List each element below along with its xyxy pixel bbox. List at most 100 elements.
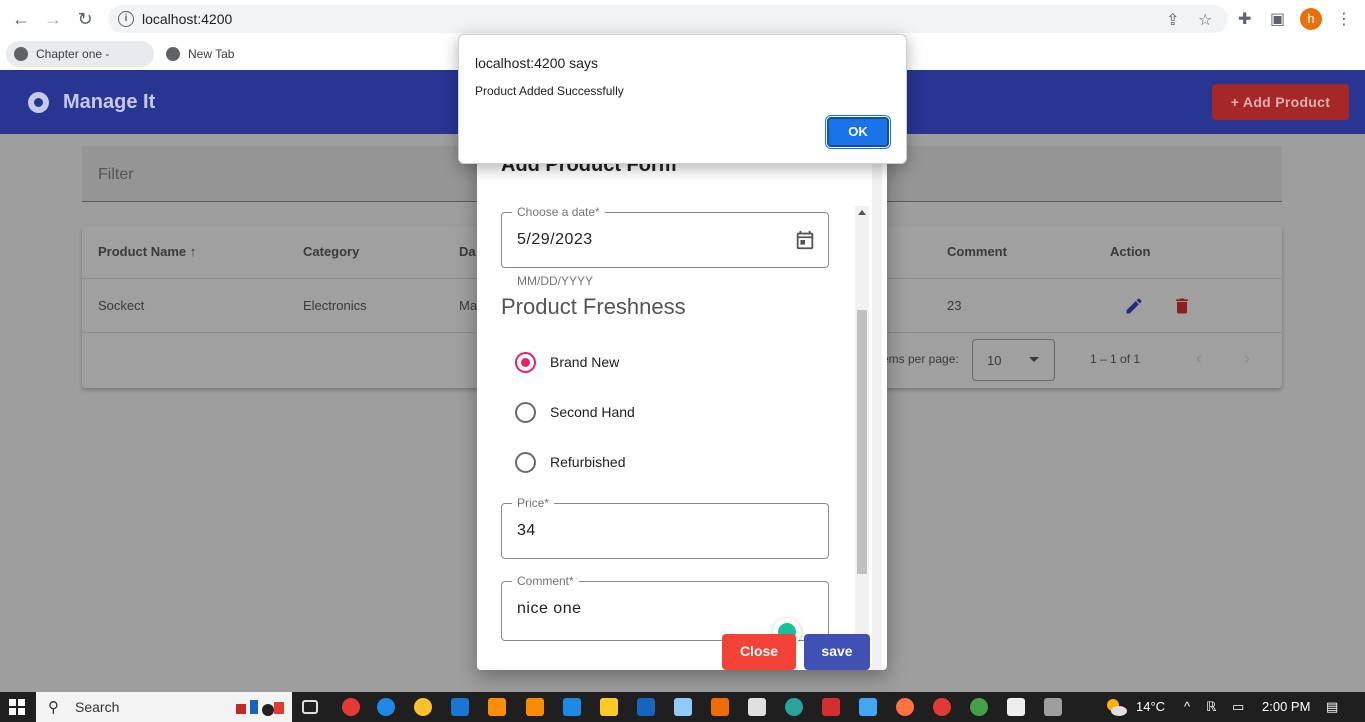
clock-time[interactable]: 2:00 PM xyxy=(1262,699,1310,714)
side-panel-icon[interactable]: ▣ xyxy=(1270,9,1285,29)
temperature: 14°C xyxy=(1136,699,1166,714)
vlc-icon[interactable] xyxy=(488,698,506,716)
address-bar[interactable]: i localhost:4200 ⇪ ☆ xyxy=(108,5,1228,33)
date-field[interactable]: Choose a date* 5/29/2023 xyxy=(501,205,829,268)
radio-unchecked-icon[interactable] xyxy=(515,402,536,423)
reload-icon[interactable]: ↻ xyxy=(74,8,96,30)
date-field-value: 5/29/2023 xyxy=(517,231,593,248)
cell-comment: 23 xyxy=(947,298,962,313)
browser-alert: localhost:4200 says Product Added Succes… xyxy=(458,34,907,164)
app-logo-icon xyxy=(28,92,49,113)
header-category[interactable]: Category xyxy=(303,244,359,259)
notifications-icon[interactable]: ▤ xyxy=(1326,699,1338,715)
task-view-icon[interactable] xyxy=(302,700,318,714)
cell-date: Ma xyxy=(459,298,478,313)
sort-arrow-icon: ↑ xyxy=(189,244,197,259)
save-button[interactable]: save xyxy=(804,634,870,670)
app-icon[interactable] xyxy=(674,698,692,716)
mail-icon[interactable] xyxy=(563,698,581,716)
date-field-label: Choose a date* xyxy=(512,205,605,219)
add-product-button[interactable]: + Add Product xyxy=(1212,84,1349,120)
header-label: Product Name xyxy=(98,244,187,259)
edit-icon[interactable] xyxy=(1124,296,1144,316)
chrome-icon[interactable] xyxy=(414,698,432,716)
meet-icon[interactable]: ▭ xyxy=(1232,699,1244,715)
previous-page-icon[interactable]: ‹ xyxy=(1196,348,1202,369)
address-row: ← → ↻ i localhost:4200 ⇪ ☆ ✚ ▣ h ⋮ xyxy=(0,0,1365,38)
freshness-title: Product Freshness xyxy=(501,294,686,319)
photos-icon[interactable] xyxy=(859,698,877,716)
globe-icon xyxy=(166,47,180,61)
app-title: Manage It xyxy=(63,91,156,113)
xampp-icon[interactable] xyxy=(526,698,544,716)
calendar-icon[interactable] xyxy=(794,229,816,251)
header-product-name[interactable]: Product Name ↑ xyxy=(98,244,196,259)
share-icon[interactable]: ⇪ xyxy=(1166,10,1179,30)
header-date[interactable]: Da xyxy=(459,244,476,259)
bookmark-label: New Tab xyxy=(188,47,235,61)
page-range: 1 – 1 of 1 xyxy=(1090,352,1141,366)
page-size-value: 10 xyxy=(987,353,1002,368)
bookmark-star-icon[interactable]: ☆ xyxy=(1198,10,1212,30)
filter-label: Filter xyxy=(98,166,134,183)
word-icon[interactable] xyxy=(637,698,655,716)
date-hint: MM/DD/YYYY xyxy=(517,274,594,288)
bookmark-new-tab[interactable]: New Tab xyxy=(158,41,244,67)
alert-message: Product Added Successfully xyxy=(475,84,624,98)
windows-taskbar: ⚲ Search 14°C ^ ℝ ▭ 2:00 PM ▤ xyxy=(0,692,1365,722)
next-page-icon[interactable]: › xyxy=(1244,348,1250,369)
windows-start-icon[interactable] xyxy=(9,699,25,715)
paint-icon[interactable] xyxy=(1044,698,1062,716)
app-icon[interactable] xyxy=(970,698,988,716)
bookmark-chapter-one[interactable]: Chapter one - intro... xyxy=(6,41,154,87)
price-field-label: Price* xyxy=(512,496,555,510)
forward-icon[interactable]: → xyxy=(42,8,64,30)
firefox-icon[interactable] xyxy=(896,698,914,716)
radio-unchecked-icon[interactable] xyxy=(515,452,536,473)
edge-legacy-icon[interactable] xyxy=(377,698,395,716)
acrobat-icon[interactable] xyxy=(822,698,840,716)
scroll-thumb[interactable] xyxy=(857,310,867,574)
extensions-icon[interactable]: ✚ xyxy=(1238,9,1251,29)
comment-field-value: nice one xyxy=(517,600,582,617)
price-field-value: 34 xyxy=(517,522,536,539)
weather-icon[interactable] xyxy=(1104,696,1128,718)
comment-field-label: Comment* xyxy=(512,574,579,588)
tray-chevron-up-icon[interactable]: ^ xyxy=(1184,699,1190,714)
back-icon[interactable]: ← xyxy=(10,8,32,30)
site-info-icon[interactable]: i xyxy=(118,11,134,27)
store-icon[interactable] xyxy=(711,698,729,716)
app-icon[interactable] xyxy=(1007,698,1025,716)
header-comment[interactable]: Comment xyxy=(947,244,1007,259)
search-label: Search xyxy=(75,699,120,715)
profile-avatar[interactable]: h xyxy=(1300,8,1322,30)
url-text: localhost:4200 xyxy=(142,11,233,27)
delete-icon[interactable] xyxy=(1172,296,1192,316)
vscode-icon[interactable] xyxy=(451,698,469,716)
globe-icon xyxy=(14,47,28,61)
menu-kebab-icon[interactable]: ⋮ xyxy=(1336,9,1352,29)
language-icon[interactable]: ℝ xyxy=(1206,699,1216,715)
alert-ok-button[interactable]: OK xyxy=(825,115,891,149)
app-icon[interactable] xyxy=(748,698,766,716)
radio-checked-icon[interactable] xyxy=(515,352,536,373)
opera-icon[interactable] xyxy=(342,698,360,716)
items-per-page-label: ems per page: xyxy=(882,352,959,366)
scroll-up-icon[interactable] xyxy=(858,210,866,215)
edge-icon[interactable] xyxy=(785,698,803,716)
radio-label: Brand New xyxy=(550,354,620,370)
search-highlight-art-icon xyxy=(236,700,284,716)
cell-product-name: Sockect xyxy=(98,298,145,313)
close-button[interactable]: Close xyxy=(722,634,796,670)
radio-label: Second Hand xyxy=(550,404,635,420)
file-explorer-icon[interactable] xyxy=(600,698,618,716)
outer-scrollbar[interactable] xyxy=(872,150,882,670)
app-icon[interactable] xyxy=(933,698,951,716)
page-size-select[interactable]: 10 xyxy=(972,339,1055,381)
add-product-dialog: Add Product Form Choose a date* 5/29/202… xyxy=(477,150,887,670)
price-field[interactable]: Price* 34 xyxy=(501,496,829,559)
header-action: Action xyxy=(1110,244,1151,259)
radio-label: Refurbished xyxy=(550,454,626,470)
taskbar-search[interactable]: ⚲ Search xyxy=(36,692,292,722)
dialog-scrollbar[interactable] xyxy=(855,206,869,666)
